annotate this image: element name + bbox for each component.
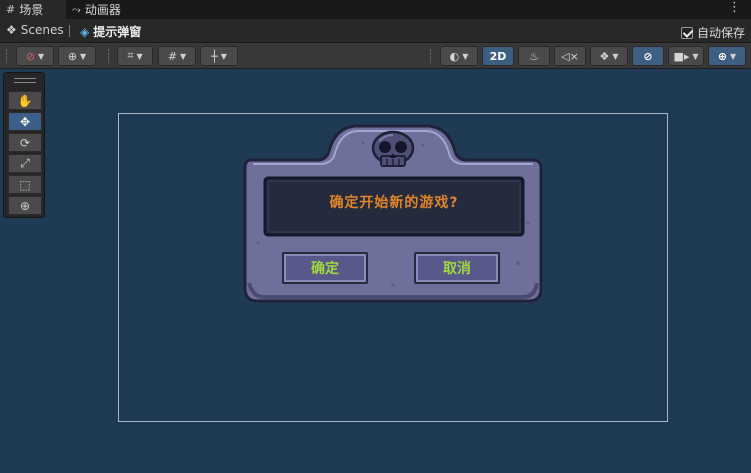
chevron-down-icon: ▼ [220, 51, 227, 61]
camera-icon: ■▸ [673, 49, 690, 63]
rotate-tool-button[interactable]: ⟳ [8, 133, 42, 152]
draw-mode-icon: ⊘ [25, 49, 36, 63]
tab-scene[interactable]: # 场景 [0, 0, 66, 19]
breadcrumb-current[interactable]: ◈ 提示弹窗 [80, 23, 141, 40]
rect-icon: ⬚ [19, 177, 31, 192]
scale-tool-button[interactable]: ⤢ [8, 154, 42, 173]
skull-icon [371, 130, 415, 167]
globe-icon: ⊕ [67, 49, 78, 63]
chevron-down-icon: ▼ [80, 51, 87, 61]
chevron-down-icon: ▼ [38, 51, 45, 61]
visibility-toggle[interactable]: ⊘ [632, 46, 664, 66]
prefab-icon: ◈ [80, 24, 90, 39]
confirm-button-label: 确定 [311, 261, 339, 277]
scale-icon: ⤢ [20, 156, 30, 170]
increment-snap-dropdown[interactable]: ┼ ▼ [200, 46, 238, 66]
tab-bar: # 场景 ⤳ 动画器 ⋮ [0, 0, 751, 19]
gizmo-icon: ⊕ [717, 49, 728, 63]
scene-toolbar: ⊘ ▼ ⊕ ▼ ⌗ ▼ # ▼ ┼ ▼ ◐ ▼ 2D ♨ ◁× ❖ ▼ ⊘ ■▸… [0, 43, 751, 69]
breadcrumb-current-label: 提示弹窗 [93, 25, 142, 39]
toggle-2d-button[interactable]: 2D [482, 46, 514, 66]
unity-cube-icon: ❖ [6, 23, 17, 37]
grid-snap-dropdown[interactable]: # ▼ [158, 46, 196, 66]
palette-grip[interactable] [14, 78, 36, 83]
more-options-icon[interactable]: ⋮ [728, 1, 741, 14]
popup-message: 确定开始新的游戏? [329, 195, 459, 211]
branch-icon: ⤳ [72, 2, 81, 16]
rect-tool-button[interactable]: ⬚ [8, 175, 42, 194]
breadcrumb-scenes[interactable]: ❖ Scenes [6, 23, 64, 37]
effects-dropdown[interactable]: ❖ ▼ [590, 46, 628, 66]
shading-sphere-icon: ◐ [449, 49, 460, 63]
toolbar-grip[interactable] [108, 49, 110, 63]
move-icon: ✥ [19, 114, 31, 129]
shading-mode-dropdown[interactable]: ◐ ▼ [440, 46, 478, 66]
hand-tool-button[interactable]: ✋ [8, 91, 42, 110]
ruler-icon: ┼ [211, 49, 218, 63]
snap-dropdown[interactable]: ⌗ ▼ [117, 46, 153, 66]
lightbulb-icon: ♨ [529, 49, 539, 63]
autosave-toggle[interactable]: 自动保存 [680, 24, 745, 41]
camera-dropdown[interactable]: ■▸ ▼ [668, 46, 704, 66]
chevron-down-icon: ▼ [462, 51, 469, 61]
effects-icon: ❖ [599, 49, 610, 63]
chevron-down-icon: ▼ [136, 51, 143, 61]
tab-animator-label: 动画器 [84, 3, 121, 17]
grid-icon: # [6, 3, 16, 16]
tab-scene-label: 场景 [19, 3, 44, 17]
breadcrumb-separator [69, 25, 70, 37]
tab-animator[interactable]: ⤳ 动画器 [72, 0, 142, 19]
cancel-button[interactable]: 取消 [414, 252, 500, 284]
confirm-popup: 确定开始新的游戏? 确定 取消 [243, 123, 543, 303]
editor-window: # 场景 ⤳ 动画器 ⋮ ❖ Scenes ◈ 提示弹窗 自动保存 ⊘ ▼ ⊕ ▼ [0, 0, 751, 473]
tool-palette: ✋ ✥ ⟳ ⤢ ⬚ ⊕ [3, 72, 45, 218]
move-tool-button[interactable]: ✥ [8, 112, 42, 131]
breadcrumb: ❖ Scenes ◈ 提示弹窗 自动保存 [0, 19, 751, 43]
chevron-down-icon: ▼ [730, 51, 737, 61]
audio-mute-icon: ◁× [561, 49, 579, 63]
hand-icon: ✋ [17, 93, 33, 108]
cancel-button-label: 取消 [443, 261, 471, 277]
breadcrumb-scenes-label: Scenes [20, 23, 64, 37]
toggle-2d-label: 2D [489, 49, 507, 63]
chevron-down-icon: ▼ [180, 51, 187, 61]
rotate-icon: ⟳ [19, 135, 31, 150]
chevron-down-icon: ▼ [612, 51, 619, 61]
lighting-toggle[interactable]: ♨ [518, 46, 550, 66]
transform-icon: ⊕ [19, 198, 31, 213]
global-local-dropdown[interactable]: ⊕ ▼ [58, 46, 96, 66]
snap-icon: ⌗ [127, 49, 134, 62]
chevron-down-icon: ▼ [692, 51, 699, 61]
draw-mode-dropdown[interactable]: ⊘ ▼ [16, 46, 54, 66]
autosave-label: 自动保存 [696, 26, 745, 40]
grid-snap-icon: # [167, 49, 178, 63]
gizmos-dropdown[interactable]: ⊕ ▼ [708, 46, 746, 66]
autosave-checkbox[interactable] [680, 26, 693, 39]
transform-tool-button[interactable]: ⊕ [8, 196, 42, 215]
confirm-button[interactable]: 确定 [282, 252, 368, 284]
toolbar-grip[interactable] [6, 49, 8, 63]
scene-view[interactable]: ✋ ✥ ⟳ ⤢ ⬚ ⊕ 确定开始新的游戏? 确定 取消 [0, 70, 751, 473]
toolbar-grip[interactable] [430, 49, 432, 63]
hidden-eye-icon: ⊘ [643, 49, 653, 63]
audio-toggle[interactable]: ◁× [554, 46, 586, 66]
